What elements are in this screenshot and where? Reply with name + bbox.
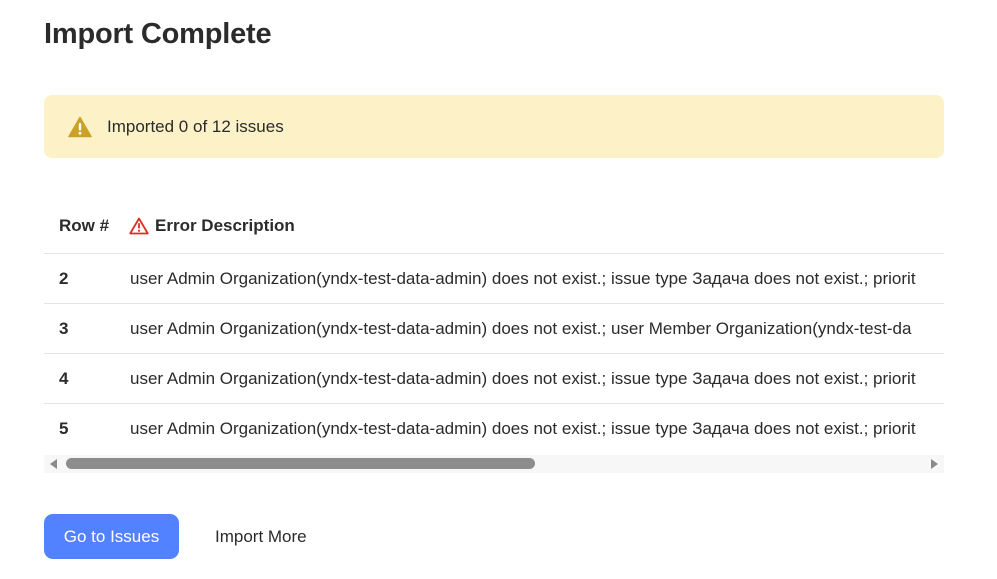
error-description: user Admin Organization(yndx-test-data-a… bbox=[130, 419, 916, 438]
import-status-alert: Imported 0 of 12 issues bbox=[44, 95, 944, 158]
import-complete-page: Import Complete Imported 0 of 12 issues … bbox=[0, 0, 997, 579]
row-number: 4 bbox=[59, 369, 69, 388]
column-header-row-number: Row # bbox=[59, 216, 110, 235]
warning-triangle-icon bbox=[68, 116, 92, 138]
error-description: user Admin Organization(yndx-test-data-a… bbox=[130, 269, 916, 288]
page-title: Import Complete bbox=[44, 18, 272, 50]
error-description-label: Error Description bbox=[155, 216, 295, 235]
table-row: 3 user Admin Organization(yndx-test-data… bbox=[44, 304, 944, 354]
error-description: user Admin Organization(yndx-test-data-a… bbox=[130, 319, 912, 338]
table-row: 4 user Admin Organization(yndx-test-data… bbox=[44, 354, 944, 404]
column-header-error-description: Error Description bbox=[129, 216, 295, 236]
table-row: 2 user Admin Organization(yndx-test-data… bbox=[44, 254, 944, 304]
scroll-left-arrow-icon[interactable] bbox=[50, 459, 57, 469]
import-more-button[interactable]: Import More bbox=[199, 514, 323, 559]
row-number: 2 bbox=[59, 269, 69, 288]
go-to-issues-button[interactable]: Go to Issues bbox=[44, 514, 179, 559]
row-number: 3 bbox=[59, 319, 69, 338]
alert-message: Imported 0 of 12 issues bbox=[107, 116, 284, 136]
row-number: 5 bbox=[59, 419, 69, 438]
table-row: 5 user Admin Organization(yndx-test-data… bbox=[44, 404, 944, 453]
horizontal-scrollbar[interactable] bbox=[44, 455, 944, 473]
error-table: Row # Error Description 2 user Admin Org… bbox=[44, 200, 944, 454]
table-header: Row # Error Description bbox=[44, 200, 944, 254]
scrollbar-thumb[interactable] bbox=[66, 458, 535, 469]
scroll-right-arrow-icon[interactable] bbox=[931, 459, 938, 469]
warning-outline-icon bbox=[129, 217, 149, 235]
error-description: user Admin Organization(yndx-test-data-a… bbox=[130, 369, 916, 388]
